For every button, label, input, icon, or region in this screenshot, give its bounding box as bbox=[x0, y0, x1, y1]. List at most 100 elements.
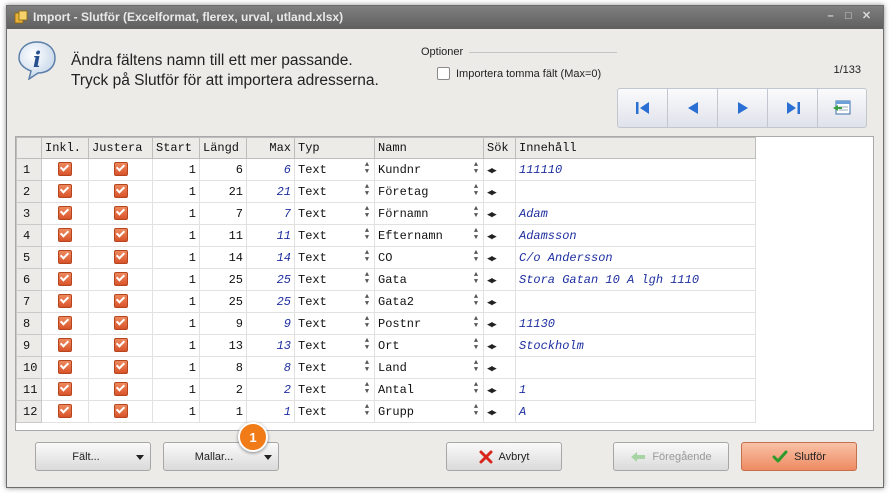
type-cell[interactable]: Text ▲ ▼ bbox=[294, 202, 375, 225]
search-arrows-icon[interactable]: ◀▶ bbox=[487, 210, 497, 220]
adjust-checkbox[interactable] bbox=[113, 338, 128, 353]
search-arrows-icon[interactable]: ◀▶ bbox=[487, 364, 497, 374]
table-row[interactable]: 1 1 6 6 Text ▲ ▼ Kundnr ▲ ▼ ◀▶ 111110 bbox=[16, 158, 756, 181]
search-arrows-icon[interactable]: ◀▶ bbox=[487, 386, 497, 396]
name-cell[interactable]: Land ▲ ▼ bbox=[374, 356, 484, 379]
type-cell[interactable]: Text ▲ ▼ bbox=[294, 180, 375, 203]
length-cell[interactable]: 6 bbox=[199, 158, 247, 181]
adjust-checkbox[interactable] bbox=[113, 184, 128, 199]
search-arrows-icon[interactable]: ◀▶ bbox=[487, 342, 497, 352]
title-bar[interactable]: Import - Slutför (Excelformat, flerex, u… bbox=[7, 6, 883, 29]
adjust-checkbox[interactable] bbox=[113, 228, 128, 243]
include-checkbox[interactable] bbox=[58, 228, 72, 243]
spinner-icon[interactable]: ▲ ▼ bbox=[472, 338, 480, 352]
spinner-icon[interactable]: ▲ ▼ bbox=[363, 404, 371, 418]
search-arrows-icon[interactable]: ◀▶ bbox=[487, 188, 497, 198]
falt-dropdown-button[interactable]: Fält... bbox=[35, 442, 151, 471]
include-checkbox[interactable] bbox=[58, 294, 72, 309]
spinner-icon[interactable]: ▲ ▼ bbox=[472, 206, 480, 220]
length-cell[interactable]: 13 bbox=[199, 334, 247, 357]
spinner-icon[interactable]: ▲ ▼ bbox=[472, 228, 480, 242]
table-row[interactable]: 3 1 7 7 Text ▲ ▼ Förnamn ▲ ▼ ◀▶ Adam bbox=[16, 202, 756, 225]
search-arrows-icon[interactable]: ◀▶ bbox=[487, 276, 497, 286]
spinner-icon[interactable]: ▲ ▼ bbox=[472, 382, 480, 396]
search-arrows-icon[interactable]: ◀▶ bbox=[487, 232, 497, 242]
spinner-icon[interactable]: ▲ ▼ bbox=[472, 404, 480, 418]
length-cell[interactable]: 11 bbox=[199, 224, 247, 247]
table-row[interactable]: 7 1 25 25 Text ▲ ▼ Gata2 ▲ ▼ ◀▶ bbox=[16, 290, 756, 313]
start-cell[interactable]: 1 bbox=[152, 312, 200, 335]
start-cell[interactable]: 1 bbox=[152, 224, 200, 247]
previous-record-button[interactable] bbox=[667, 88, 717, 128]
col-header-inkl[interactable]: Inkl. bbox=[41, 137, 89, 159]
spinner-icon[interactable]: ▲ ▼ bbox=[472, 250, 480, 264]
adjust-checkbox[interactable] bbox=[113, 316, 128, 331]
col-header-namn[interactable]: Namn bbox=[374, 137, 484, 159]
search-arrows-icon[interactable]: ◀▶ bbox=[487, 166, 497, 176]
spinner-icon[interactable]: ▲ ▼ bbox=[472, 360, 480, 374]
include-checkbox[interactable] bbox=[58, 382, 72, 397]
export-window-button[interactable] bbox=[817, 88, 867, 128]
adjust-checkbox[interactable] bbox=[113, 382, 128, 397]
adjust-checkbox[interactable] bbox=[113, 162, 128, 177]
include-checkbox[interactable] bbox=[58, 404, 72, 419]
length-cell[interactable]: 7 bbox=[199, 202, 247, 225]
adjust-checkbox[interactable] bbox=[113, 294, 128, 309]
spinner-icon[interactable]: ▲ ▼ bbox=[363, 162, 371, 176]
name-cell[interactable]: Kundnr ▲ ▼ bbox=[374, 158, 484, 181]
col-header-start[interactable]: Start bbox=[152, 137, 200, 159]
name-cell[interactable]: Antal ▲ ▼ bbox=[374, 378, 484, 401]
spinner-icon[interactable]: ▲ ▼ bbox=[363, 250, 371, 264]
start-cell[interactable]: 1 bbox=[152, 334, 200, 357]
start-cell[interactable]: 1 bbox=[152, 400, 200, 423]
name-cell[interactable]: Ort ▲ ▼ bbox=[374, 334, 484, 357]
name-cell[interactable]: Efternamn ▲ ▼ bbox=[374, 224, 484, 247]
col-header-langd[interactable]: Längd bbox=[199, 137, 247, 159]
adjust-checkbox[interactable] bbox=[113, 272, 128, 287]
col-header-typ[interactable]: Typ bbox=[294, 137, 375, 159]
type-cell[interactable]: Text ▲ ▼ bbox=[294, 224, 375, 247]
spinner-icon[interactable]: ▲ ▼ bbox=[472, 272, 480, 286]
type-cell[interactable]: Text ▲ ▼ bbox=[294, 290, 375, 313]
table-row[interactable]: 8 1 9 9 Text ▲ ▼ Postnr ▲ ▼ ◀▶ 11130 bbox=[16, 312, 756, 335]
include-checkbox[interactable] bbox=[58, 272, 72, 287]
start-cell[interactable]: 1 bbox=[152, 268, 200, 291]
col-header-max[interactable]: Max bbox=[246, 137, 295, 159]
spinner-icon[interactable]: ▲ ▼ bbox=[472, 162, 480, 176]
start-cell[interactable]: 1 bbox=[152, 290, 200, 313]
table-row[interactable]: 12 1 1 1 Text ▲ ▼ Grupp ▲ ▼ ◀▶ A bbox=[16, 400, 756, 423]
type-cell[interactable]: Text ▲ ▼ bbox=[294, 400, 375, 423]
start-cell[interactable]: 1 bbox=[152, 158, 200, 181]
adjust-checkbox[interactable] bbox=[113, 404, 128, 419]
cancel-button[interactable]: Avbryt bbox=[446, 442, 562, 471]
spinner-icon[interactable]: ▲ ▼ bbox=[363, 228, 371, 242]
spinner-icon[interactable]: ▲ ▼ bbox=[363, 360, 371, 374]
import-empty-label[interactable]: Importera tomma fält (Max=0) bbox=[456, 68, 601, 80]
table-row[interactable]: 10 1 8 8 Text ▲ ▼ Land ▲ ▼ ◀▶ bbox=[16, 356, 756, 379]
type-cell[interactable]: Text ▲ ▼ bbox=[294, 246, 375, 269]
length-cell[interactable]: 2 bbox=[199, 378, 247, 401]
search-arrows-icon[interactable]: ◀▶ bbox=[487, 408, 497, 418]
search-arrows-icon[interactable]: ◀▶ bbox=[487, 298, 497, 308]
length-cell[interactable]: 8 bbox=[199, 356, 247, 379]
table-row[interactable]: 9 1 13 13 Text ▲ ▼ Ort ▲ ▼ ◀▶ Stockholm bbox=[16, 334, 756, 357]
include-checkbox[interactable] bbox=[58, 206, 72, 221]
import-empty-checkbox[interactable] bbox=[437, 67, 450, 80]
adjust-checkbox[interactable] bbox=[113, 250, 128, 265]
name-cell[interactable]: Förnamn ▲ ▼ bbox=[374, 202, 484, 225]
include-checkbox[interactable] bbox=[58, 338, 72, 353]
type-cell[interactable]: Text ▲ ▼ bbox=[294, 356, 375, 379]
fields-grid[interactable]: Inkl. Justera Start Längd Max Typ Namn S… bbox=[15, 136, 874, 431]
close-icon[interactable]: ✕ bbox=[861, 11, 872, 22]
spinner-icon[interactable]: ▲ ▼ bbox=[472, 294, 480, 308]
name-cell[interactable]: Gata ▲ ▼ bbox=[374, 268, 484, 291]
start-cell[interactable]: 1 bbox=[152, 378, 200, 401]
length-cell[interactable]: 25 bbox=[199, 290, 247, 313]
include-checkbox[interactable] bbox=[58, 316, 72, 331]
type-cell[interactable]: Text ▲ ▼ bbox=[294, 158, 375, 181]
length-cell[interactable]: 1 bbox=[199, 400, 247, 423]
col-header-justera[interactable]: Justera bbox=[88, 137, 153, 159]
type-cell[interactable]: Text ▲ ▼ bbox=[294, 312, 375, 335]
start-cell[interactable]: 1 bbox=[152, 202, 200, 225]
name-cell[interactable]: CO ▲ ▼ bbox=[374, 246, 484, 269]
